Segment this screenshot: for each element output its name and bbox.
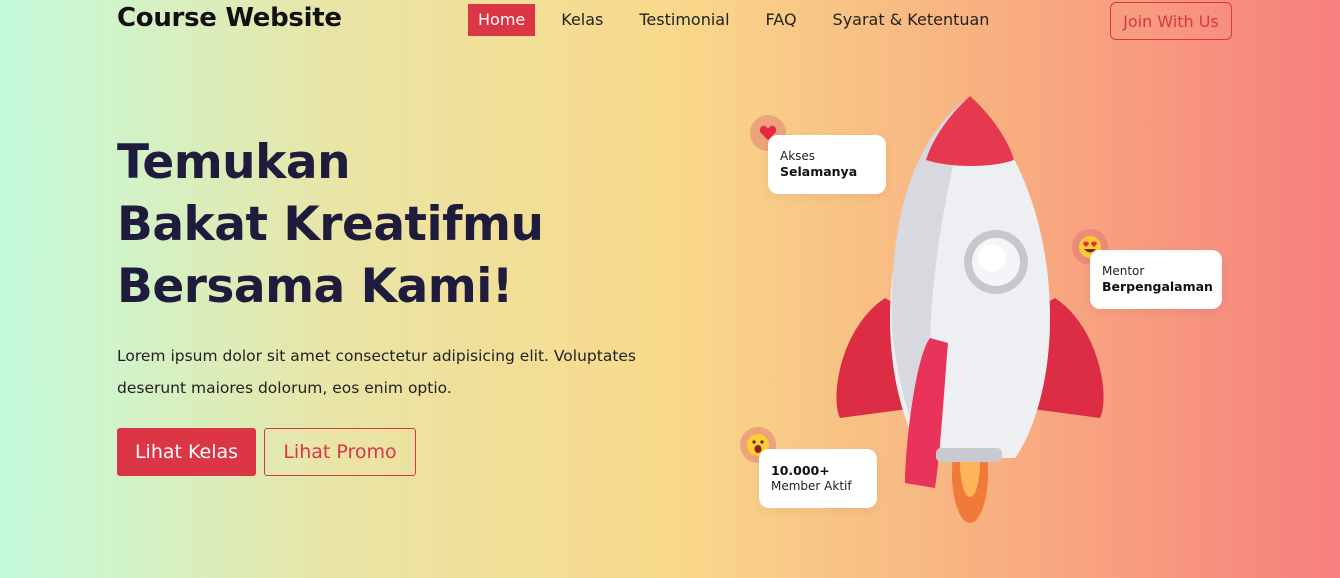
card-value: 10.000+ bbox=[771, 463, 830, 478]
hero-title: Temukan Bakat Kreatifmu Bersama Kami! bbox=[117, 132, 544, 318]
brand-logo[interactable]: Course Website bbox=[117, 3, 342, 33]
feature-card-member: 10.000+ Member Aktif bbox=[759, 449, 877, 508]
main-nav: Home Kelas Testimonial FAQ Syarat & Kete… bbox=[468, 4, 1015, 36]
join-button[interactable]: Join With Us bbox=[1110, 2, 1232, 40]
feature-card-akses: Akses Selamanya bbox=[768, 135, 886, 194]
card-value: Berpengalaman bbox=[1102, 279, 1213, 294]
nav-home[interactable]: Home bbox=[468, 4, 536, 36]
feature-card-mentor: Mentor Berpengalaman bbox=[1090, 250, 1222, 309]
hero-title-line: Bersama Kami! bbox=[117, 259, 513, 314]
lihat-kelas-button[interactable]: Lihat Kelas bbox=[117, 428, 256, 476]
hero-title-line: Temukan bbox=[117, 135, 351, 190]
nav-kelas[interactable]: Kelas bbox=[551, 4, 613, 36]
nav-syarat-ketentuan[interactable]: Syarat & Ketentuan bbox=[823, 4, 1000, 36]
hero-description: Lorem ipsum dolor sit amet consectetur a… bbox=[117, 347, 637, 397]
nav-testimonial[interactable]: Testimonial bbox=[629, 4, 739, 36]
lihat-promo-button[interactable]: Lihat Promo bbox=[264, 428, 416, 476]
nav-faq[interactable]: FAQ bbox=[756, 4, 807, 36]
card-label: Mentor bbox=[1102, 264, 1145, 278]
hero-title-line: Bakat Kreatifmu bbox=[117, 197, 544, 252]
card-value: Selamanya bbox=[780, 164, 858, 179]
card-label: Member Aktif bbox=[771, 479, 852, 493]
navbar: Course Website Home Kelas Testimonial FA… bbox=[0, 0, 1340, 42]
card-label: Akses bbox=[780, 149, 816, 163]
